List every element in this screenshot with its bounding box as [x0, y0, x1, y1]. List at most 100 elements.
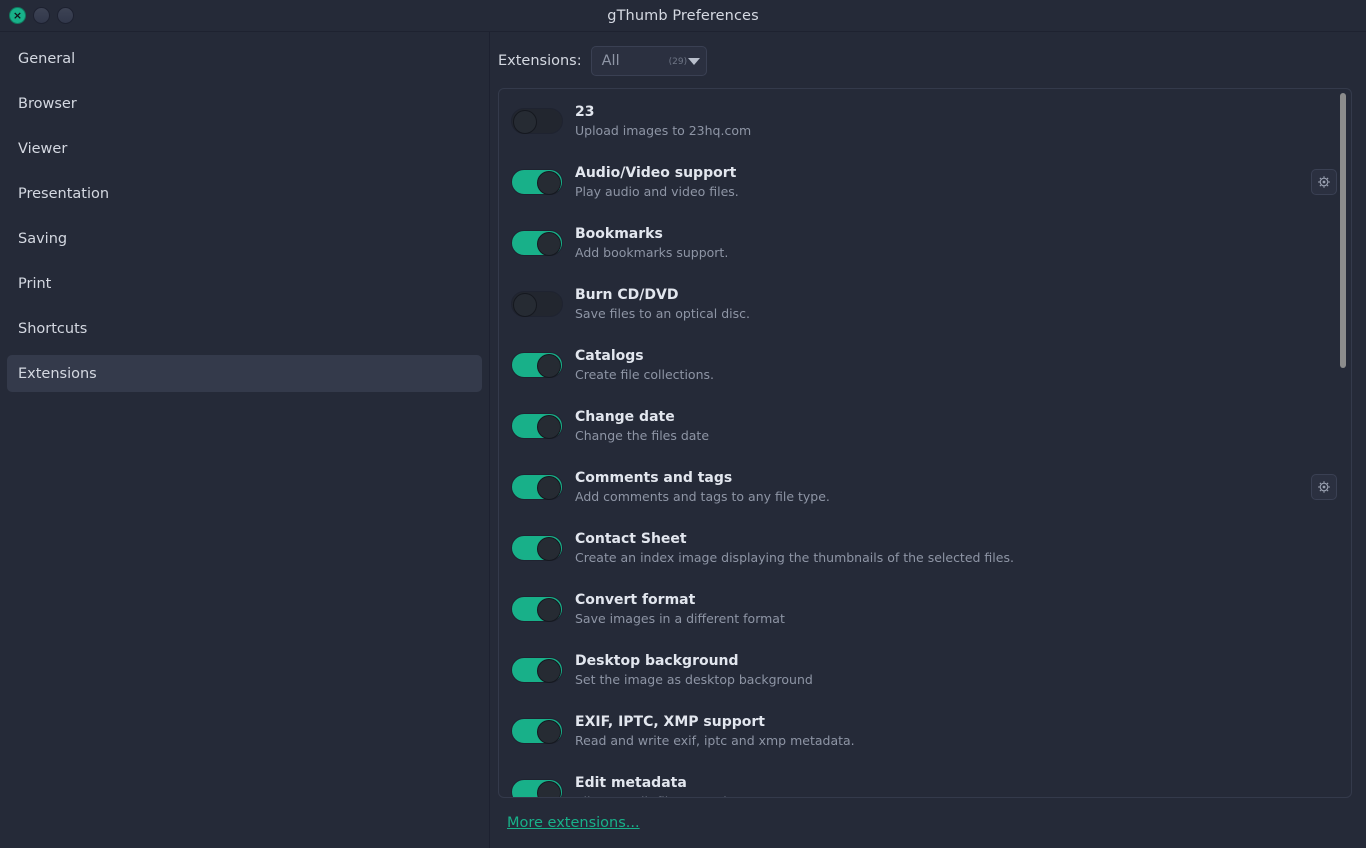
extension-row: Edit metadata Allow to edit files metadat…: [499, 771, 1351, 797]
extension-text: 23 Upload images to 23hq.com: [575, 100, 1311, 139]
extension-text: Convert format Save images in a different…: [575, 588, 1311, 627]
sidebar-item-label: Viewer: [18, 140, 68, 157]
sidebar-item-label: Shortcuts: [18, 320, 88, 337]
extension-name: Catalogs: [575, 348, 644, 364]
toggle-knob: [537, 659, 561, 683]
window-title: gThumb Preferences: [607, 7, 759, 24]
extension-row: Audio/Video support Play audio and video …: [499, 161, 1351, 222]
extension-settings-button[interactable]: [1311, 474, 1337, 500]
extension-row: 23 Upload images to 23hq.com: [499, 100, 1351, 161]
extension-name: Contact Sheet: [575, 531, 687, 547]
toggle-knob: [537, 781, 561, 797]
window-controls: ×: [0, 7, 74, 24]
extensions-filter-label: Extensions:: [498, 53, 582, 69]
extension-description: Create file collections.: [575, 367, 714, 382]
extensions-filter-count: (29): [668, 57, 687, 67]
extensions-list: 23 Upload images to 23hq.com Audio/Video s…: [499, 89, 1351, 797]
toggle-knob: [537, 232, 561, 256]
extensions-list-frame: 23 Upload images to 23hq.com Audio/Video s…: [498, 88, 1352, 798]
close-button[interactable]: ×: [9, 7, 26, 24]
sidebar-item-viewer[interactable]: Viewer: [7, 130, 482, 167]
extension-text: Catalogs Create file collections.: [575, 344, 1311, 383]
extension-settings-button[interactable]: [1311, 169, 1337, 195]
extension-toggle[interactable]: [511, 230, 563, 256]
extension-name: Convert format: [575, 592, 696, 608]
sidebar-item-shortcuts[interactable]: Shortcuts: [7, 310, 482, 347]
extension-name: Change date: [575, 409, 675, 425]
preferences-window: × gThumb Preferences General Browser Viewe…: [0, 0, 1366, 848]
extension-name: EXIF, IPTC, XMP support: [575, 714, 765, 730]
extension-description: Set the image as desktop background: [575, 672, 813, 687]
titlebar: × gThumb Preferences: [0, 0, 1366, 32]
toggle-knob: [537, 476, 561, 500]
extension-description: Play audio and video files.: [575, 184, 739, 199]
extension-text: EXIF, IPTC, XMP support Read and write ex…: [575, 710, 1311, 749]
extensions-filter-select[interactable]: All (29): [590, 46, 707, 76]
extension-description: Save images in a different format: [575, 611, 785, 626]
sidebar-item-label: Extensions: [18, 365, 97, 382]
sidebar-item-general[interactable]: General: [7, 40, 482, 77]
sidebar-item-saving[interactable]: Saving: [7, 220, 482, 257]
sidebar-item-presentation[interactable]: Presentation: [7, 175, 482, 212]
body: General Browser Viewer Presentation Saving Pr…: [0, 32, 1366, 848]
sidebar-item-browser[interactable]: Browser: [7, 85, 482, 122]
toggle-knob: [537, 720, 561, 744]
extensions-scrollbar[interactable]: [1339, 93, 1347, 793]
extension-row: Burn CD/DVD Save files to an optical disc…: [499, 283, 1351, 344]
extension-row: Change date Change the files date: [499, 405, 1351, 466]
scrollbar-thumb[interactable]: [1340, 93, 1346, 368]
extension-name: Edit metadata: [575, 775, 687, 791]
sidebar: General Browser Viewer Presentation Saving Pr…: [0, 32, 490, 848]
extension-description: Create an index image displaying the thu…: [575, 550, 1014, 565]
extension-name: Burn CD/DVD: [575, 287, 679, 303]
extension-text: Edit metadata Allow to edit files metadat…: [575, 771, 1311, 797]
extension-name: Bookmarks: [575, 226, 663, 242]
extension-description: Upload images to 23hq.com: [575, 123, 752, 138]
minimize-button[interactable]: [33, 7, 50, 24]
extension-toggle[interactable]: [511, 474, 563, 500]
extension-toggle[interactable]: [511, 291, 563, 317]
extension-text: Comments and tags Add comments and tags t…: [575, 466, 1311, 505]
maximize-button[interactable]: [57, 7, 74, 24]
extension-row: Contact Sheet Create an index image displ…: [499, 527, 1351, 588]
sidebar-item-label: Browser: [18, 95, 77, 112]
extension-name: Desktop background: [575, 653, 739, 669]
extension-toggle[interactable]: [511, 352, 563, 378]
toggle-knob: [513, 110, 537, 134]
extension-name: 23: [575, 104, 595, 120]
extension-toggle[interactable]: [511, 718, 563, 744]
extension-toggle[interactable]: [511, 413, 563, 439]
extension-description: Save files to an optical disc.: [575, 306, 750, 321]
sidebar-item-label: General: [18, 50, 76, 67]
extension-description: Allow to edit files metadata.: [575, 794, 1311, 797]
extension-toggle[interactable]: [511, 169, 563, 195]
extension-name: Comments and tags: [575, 470, 733, 486]
sidebar-item-label: Saving: [18, 230, 68, 247]
toggle-knob: [537, 598, 561, 622]
toggle-knob: [537, 537, 561, 561]
gear-icon: [1318, 176, 1330, 188]
extensions-filter-value: All: [601, 53, 620, 69]
toggle-knob: [513, 293, 537, 317]
extension-row: Comments and tags Add comments and tags t…: [499, 466, 1351, 527]
main-pane: Extensions: All (29) 23 Upload images to …: [490, 32, 1366, 848]
sidebar-item-extensions[interactable]: Extensions: [7, 355, 482, 392]
extension-toggle[interactable]: [511, 108, 563, 134]
toggle-knob: [537, 354, 561, 378]
extension-description: Add bookmarks support.: [575, 245, 729, 260]
sidebar-item-label: Presentation: [18, 185, 110, 202]
sidebar-item-print[interactable]: Print: [7, 265, 482, 302]
sidebar-item-label: Print: [18, 275, 52, 292]
extension-toggle[interactable]: [511, 596, 563, 622]
more-extensions-link[interactable]: More extensions...: [507, 815, 640, 831]
extension-toggle[interactable]: [511, 535, 563, 561]
extension-toggle[interactable]: [511, 779, 563, 797]
extension-toggle[interactable]: [511, 657, 563, 683]
extension-row: Desktop background Set the image as deskt…: [499, 649, 1351, 710]
gear-icon: [1318, 481, 1330, 493]
extension-description: Add comments and tags to any file type.: [575, 489, 830, 504]
extension-row: Convert format Save images in a different…: [499, 588, 1351, 649]
toggle-knob: [537, 415, 561, 439]
extension-text: Audio/Video support Play audio and video …: [575, 161, 1311, 200]
extension-row: EXIF, IPTC, XMP support Read and write ex…: [499, 710, 1351, 771]
